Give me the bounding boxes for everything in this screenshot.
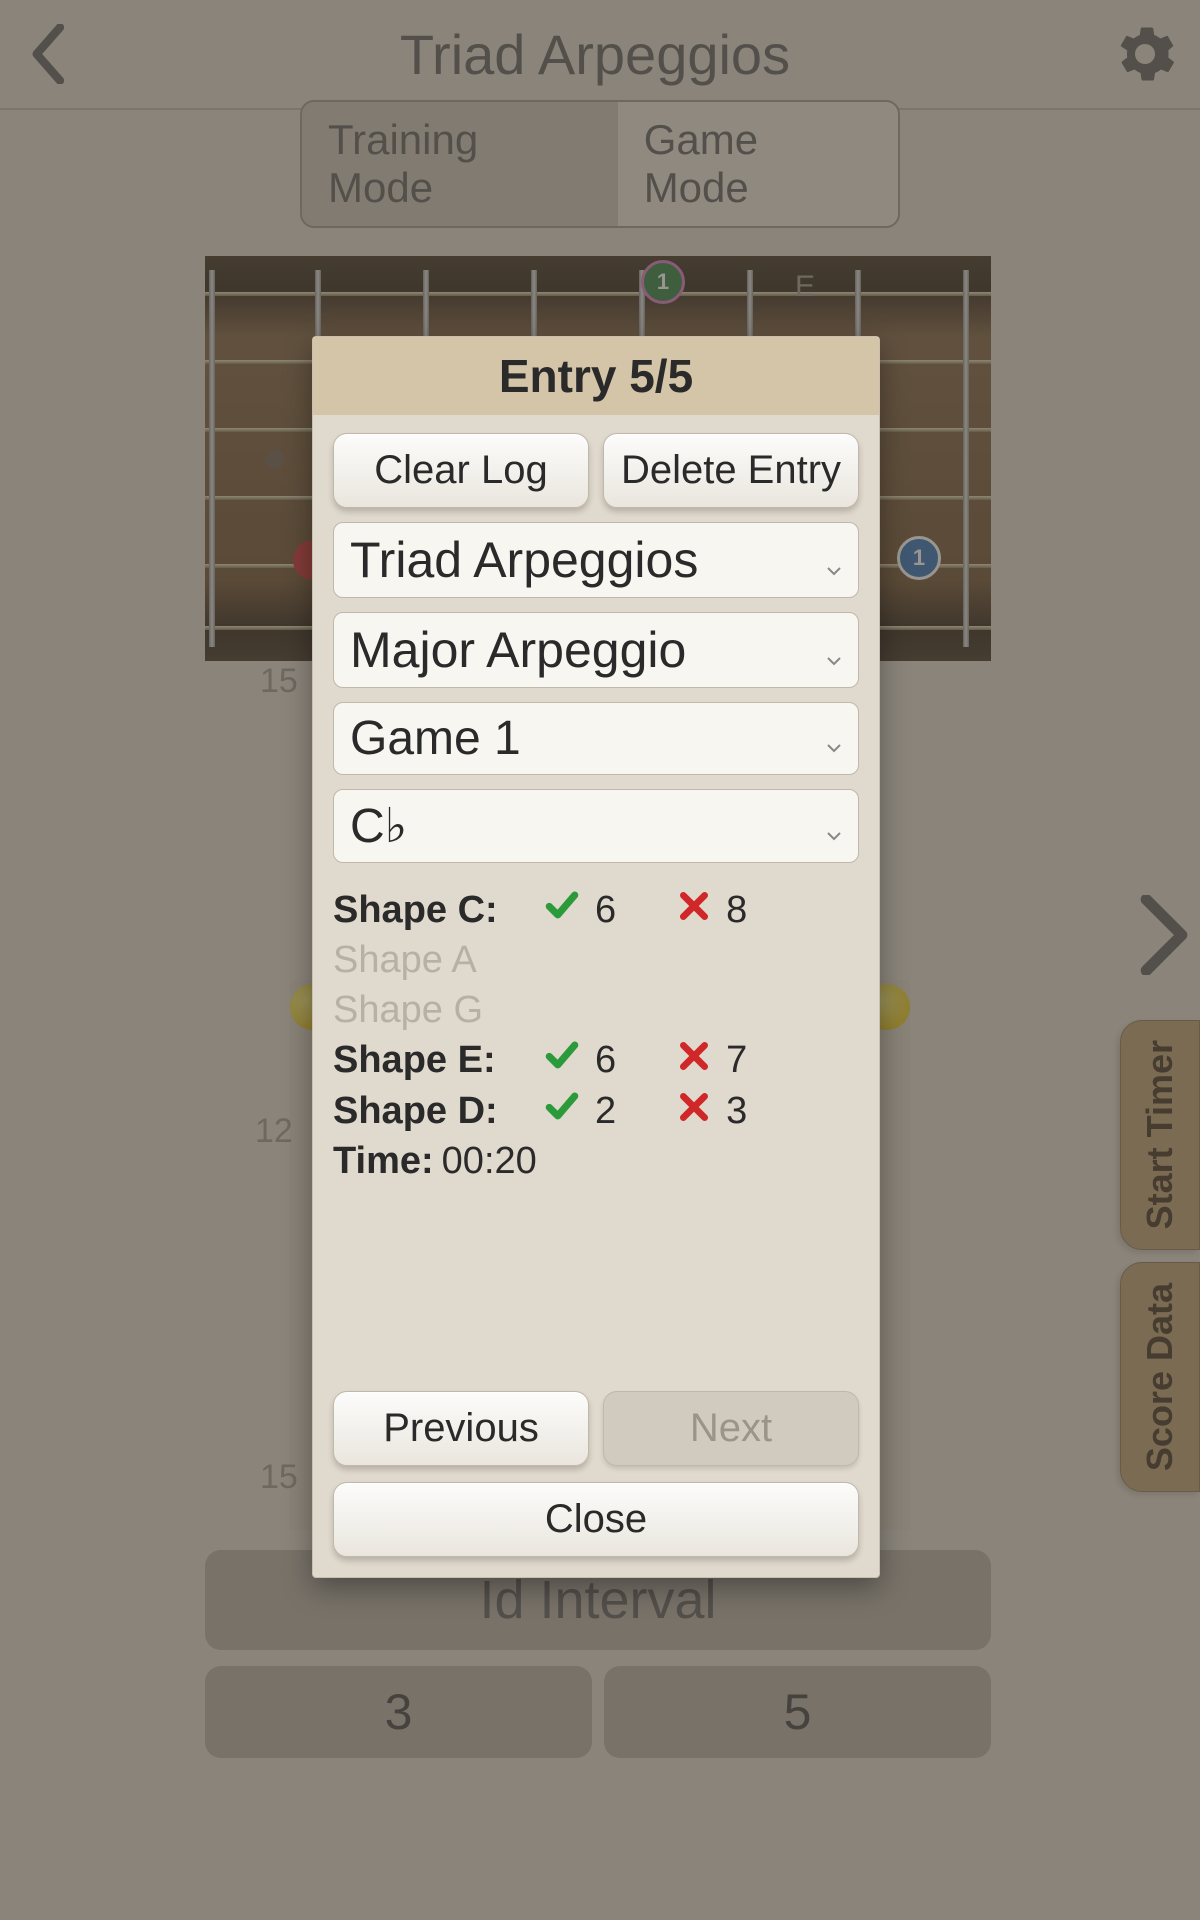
check-icon bbox=[545, 885, 579, 935]
select-game[interactable]: Game 1 bbox=[333, 702, 859, 775]
select-value: C♭ bbox=[350, 798, 407, 854]
check-icon bbox=[545, 1086, 579, 1136]
time-row: Time: 00:20 bbox=[333, 1136, 859, 1186]
next-button: Next bbox=[603, 1391, 859, 1466]
shape-d-row: Shape D: 2 3 bbox=[333, 1086, 859, 1136]
entry-modal: Entry 5/5 Clear Log Delete Entry Triad A… bbox=[312, 336, 880, 1578]
time-label: Time: bbox=[333, 1136, 434, 1186]
close-button[interactable]: Close bbox=[333, 1482, 859, 1557]
chevron-down-icon bbox=[826, 531, 842, 589]
chevron-down-icon bbox=[826, 621, 842, 679]
shape-c-wrong: 8 bbox=[726, 885, 747, 935]
previous-button[interactable]: Previous bbox=[333, 1391, 589, 1466]
select-value: Game 1 bbox=[350, 711, 521, 766]
shape-g-row: Shape G bbox=[333, 985, 859, 1035]
shape-e-row: Shape E: 6 7 bbox=[333, 1035, 859, 1085]
shapes-list: Shape C: 6 8 Shape A Shape G Shape E: 6 … bbox=[333, 885, 859, 1186]
delete-entry-button[interactable]: Delete Entry bbox=[603, 433, 859, 508]
shape-c-label: Shape C: bbox=[333, 885, 529, 935]
check-icon bbox=[545, 1035, 579, 1085]
modal-title: Entry 5/5 bbox=[313, 337, 879, 415]
select-note[interactable]: C♭ bbox=[333, 789, 859, 863]
shape-c-correct: 6 bbox=[595, 885, 616, 935]
shape-e-wrong: 7 bbox=[726, 1035, 747, 1085]
time-value: 00:20 bbox=[442, 1136, 537, 1186]
select-value: Triad Arpeggios bbox=[350, 531, 698, 589]
shape-d-correct: 2 bbox=[595, 1086, 616, 1136]
shape-c-row: Shape C: 6 8 bbox=[333, 885, 859, 935]
shape-g-label: Shape G bbox=[333, 985, 483, 1035]
shape-a-label: Shape A bbox=[333, 935, 477, 985]
chevron-down-icon bbox=[826, 711, 842, 766]
cross-icon bbox=[678, 1086, 710, 1136]
shape-d-label: Shape D: bbox=[333, 1086, 529, 1136]
shape-e-correct: 6 bbox=[595, 1035, 616, 1085]
cross-icon bbox=[678, 1035, 710, 1085]
shape-d-wrong: 3 bbox=[726, 1086, 747, 1136]
cross-icon bbox=[678, 885, 710, 935]
select-triad-arpeggios[interactable]: Triad Arpeggios bbox=[333, 522, 859, 598]
select-value: Major Arpeggio bbox=[350, 621, 686, 679]
chevron-down-icon bbox=[826, 799, 842, 854]
shape-e-label: Shape E: bbox=[333, 1035, 529, 1085]
select-major-arpeggio[interactable]: Major Arpeggio bbox=[333, 612, 859, 688]
shape-a-row: Shape A bbox=[333, 935, 859, 985]
clear-log-button[interactable]: Clear Log bbox=[333, 433, 589, 508]
